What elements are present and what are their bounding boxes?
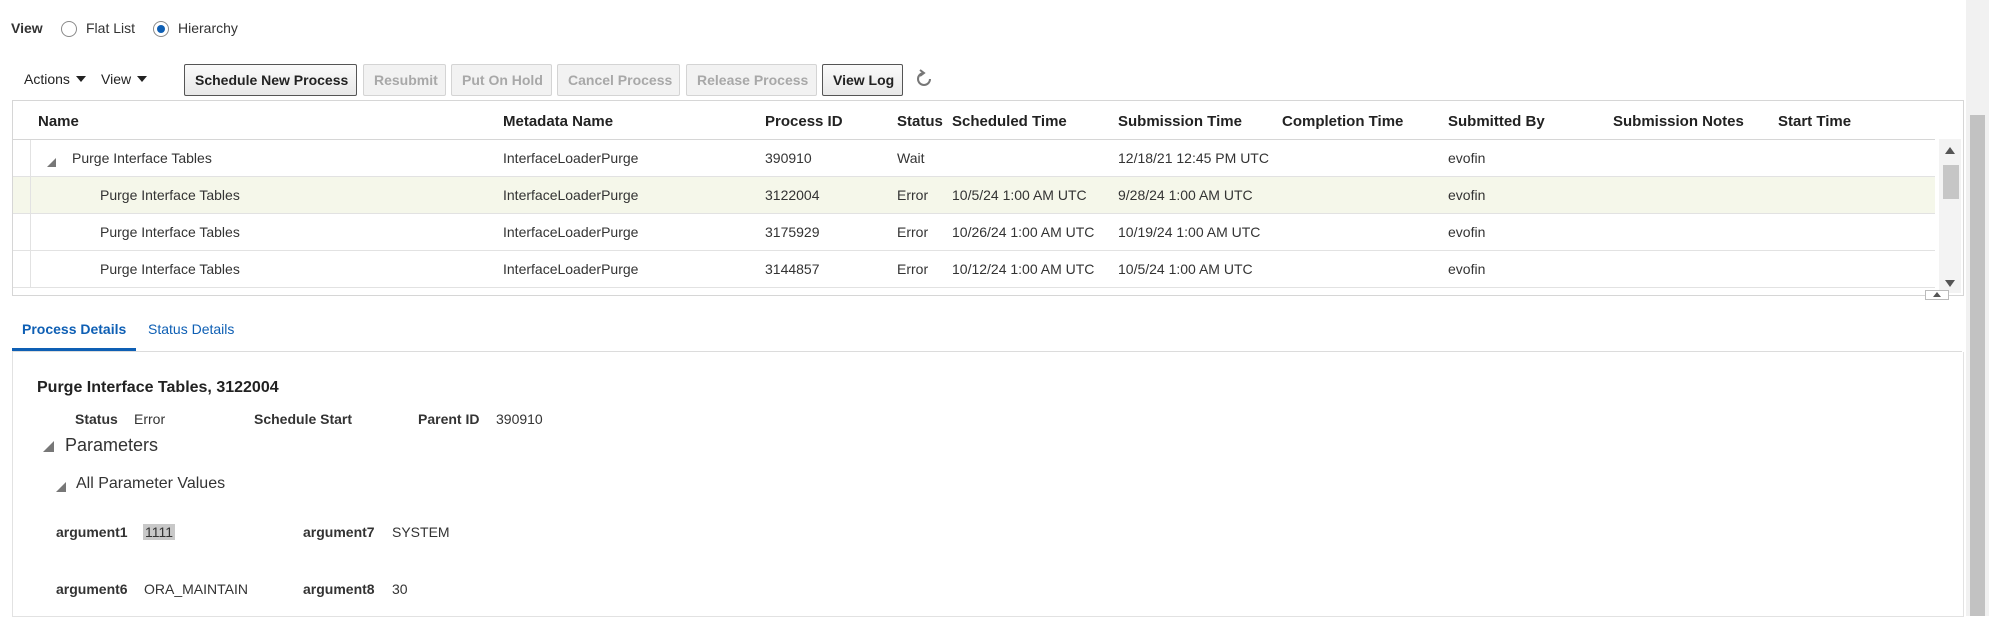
cell-submitted-by: evofin bbox=[1448, 150, 1486, 166]
column-header-start-time[interactable]: Start Time bbox=[1778, 113, 1851, 130]
put-on-hold-button[interactable]: Put On Hold bbox=[451, 64, 552, 96]
table-row[interactable]: Purge Interface Tables InterfaceLoaderPu… bbox=[13, 177, 1935, 214]
schedule-new-process-button[interactable]: Schedule New Process bbox=[184, 64, 357, 96]
actions-menu[interactable]: Actions bbox=[24, 71, 86, 87]
resubmit-button[interactable]: Resubmit bbox=[363, 64, 446, 96]
view-label: View bbox=[11, 20, 43, 36]
parameters-heading: Parameters bbox=[65, 435, 159, 455]
actions-menu-label: Actions bbox=[24, 71, 70, 87]
cell-metadata: InterfaceLoaderPurge bbox=[503, 187, 639, 203]
scroll-down-icon[interactable] bbox=[1945, 280, 1955, 287]
column-header-submission-notes[interactable]: Submission Notes bbox=[1613, 113, 1744, 130]
cell-status: Error bbox=[897, 224, 929, 240]
argument6-value: ORA_MAINTAIN bbox=[144, 581, 248, 597]
column-header-submitted-by[interactable]: Submitted By bbox=[1448, 113, 1545, 130]
cell-scheduled-time: 10/12/24 1:00 AM UTC bbox=[952, 261, 1095, 277]
scroll-up-icon[interactable] bbox=[1945, 147, 1955, 154]
argument8-label: argument8 bbox=[303, 581, 375, 597]
view-menu[interactable]: View bbox=[101, 71, 148, 87]
column-header-metadata-name[interactable]: Metadata Name bbox=[503, 113, 613, 130]
cell-scheduled-time: 10/5/24 1:00 AM UTC bbox=[952, 187, 1087, 203]
cell-name: Purge Interface Tables bbox=[100, 224, 240, 240]
cell-submission-time: 9/28/24 1:00 AM UTC bbox=[1118, 187, 1253, 203]
cancel-process-button[interactable]: Cancel Process bbox=[557, 64, 680, 96]
schedule-start-label: Schedule Start bbox=[254, 411, 353, 427]
table-row[interactable]: Purge Interface Tables InterfaceLoaderPu… bbox=[13, 251, 1935, 288]
column-header-submission-time[interactable]: Submission Time bbox=[1118, 113, 1242, 130]
cell-name: Purge Interface Tables bbox=[72, 150, 212, 166]
hierarchy-radio[interactable] bbox=[153, 21, 169, 37]
parent-id-label: Parent ID bbox=[418, 411, 480, 427]
cell-submission-time: 10/5/24 1:00 AM UTC bbox=[1118, 261, 1253, 277]
table-scroll-thumb[interactable] bbox=[1943, 165, 1959, 199]
table-scrollbar[interactable] bbox=[1939, 139, 1961, 293]
process-table: Name Metadata Name Process ID Status Sch… bbox=[12, 100, 1964, 296]
tab-process-details[interactable]: Process Details bbox=[22, 321, 126, 337]
cell-status: Error bbox=[897, 261, 929, 277]
parent-id-value: 390910 bbox=[496, 411, 543, 427]
column-header-status[interactable]: Status bbox=[897, 113, 943, 130]
cell-scheduled-time: 10/26/24 1:00 AM UTC bbox=[952, 224, 1095, 240]
cell-process-id: 390910 bbox=[765, 150, 812, 166]
page-scroll-thumb[interactable] bbox=[1970, 115, 1985, 616]
cell-submitted-by: evofin bbox=[1448, 187, 1486, 203]
cell-submitted-by: evofin bbox=[1448, 224, 1486, 240]
table-row[interactable]: Purge Interface Tables InterfaceLoaderPu… bbox=[13, 214, 1935, 251]
cell-submission-time: 12/18/21 12:45 PM UTC bbox=[1118, 150, 1269, 166]
chevron-down-icon bbox=[75, 76, 86, 82]
cell-status: Error bbox=[897, 187, 929, 203]
page-scrollbar[interactable] bbox=[1966, 0, 1989, 616]
cell-metadata: InterfaceLoaderPurge bbox=[503, 261, 639, 277]
all-parameter-values-heading: All Parameter Values bbox=[76, 475, 226, 492]
column-header-completion-time[interactable]: Completion Time bbox=[1282, 113, 1403, 130]
hierarchy-label[interactable]: Hierarchy bbox=[178, 20, 238, 36]
refresh-icon[interactable] bbox=[913, 68, 935, 90]
splitter-handle-icon[interactable] bbox=[1925, 290, 1949, 300]
release-process-button[interactable]: Release Process bbox=[686, 64, 817, 96]
view-log-button[interactable]: View Log bbox=[822, 64, 903, 96]
flat-list-radio[interactable] bbox=[61, 21, 77, 37]
cell-process-id: 3144857 bbox=[765, 261, 820, 277]
argument8-value: 30 bbox=[392, 581, 408, 597]
cell-name: Purge Interface Tables bbox=[100, 261, 240, 277]
argument7-label: argument7 bbox=[303, 524, 375, 540]
table-row[interactable]: Purge Interface Tables InterfaceLoaderPu… bbox=[13, 140, 1935, 177]
column-header-name[interactable]: Name bbox=[38, 113, 79, 130]
cell-process-id: 3175929 bbox=[765, 224, 820, 240]
column-header-process-id[interactable]: Process ID bbox=[765, 113, 843, 130]
cell-metadata: InterfaceLoaderPurge bbox=[503, 150, 639, 166]
cell-process-id: 3122004 bbox=[765, 187, 820, 203]
argument7-value: SYSTEM bbox=[392, 524, 450, 540]
parameters-collapse-icon[interactable] bbox=[43, 439, 54, 455]
cell-metadata: InterfaceLoaderPurge bbox=[503, 224, 639, 240]
cell-submitted-by: evofin bbox=[1448, 261, 1486, 277]
cell-status: Wait bbox=[897, 150, 925, 166]
argument6-label: argument6 bbox=[56, 581, 128, 597]
collapse-icon[interactable] bbox=[47, 154, 56, 170]
cell-name: Purge Interface Tables bbox=[100, 187, 240, 203]
status-value: Error bbox=[134, 411, 166, 427]
chevron-down-icon bbox=[137, 76, 148, 82]
view-menu-label: View bbox=[101, 71, 132, 87]
flat-list-label[interactable]: Flat List bbox=[86, 20, 135, 36]
argument1-label: argument1 bbox=[56, 524, 128, 540]
column-header-scheduled-time[interactable]: Scheduled Time bbox=[952, 113, 1067, 130]
cell-submission-time: 10/19/24 1:00 AM UTC bbox=[1118, 224, 1261, 240]
all-values-collapse-icon[interactable] bbox=[56, 479, 66, 495]
tab-status-details[interactable]: Status Details bbox=[148, 321, 234, 337]
details-title: Purge Interface Tables, 3122004 bbox=[37, 379, 279, 396]
status-label: Status bbox=[75, 411, 118, 427]
process-details-panel: Purge Interface Tables, 3122004 Status E… bbox=[12, 352, 1964, 617]
argument1-value: 1111 bbox=[143, 524, 176, 540]
